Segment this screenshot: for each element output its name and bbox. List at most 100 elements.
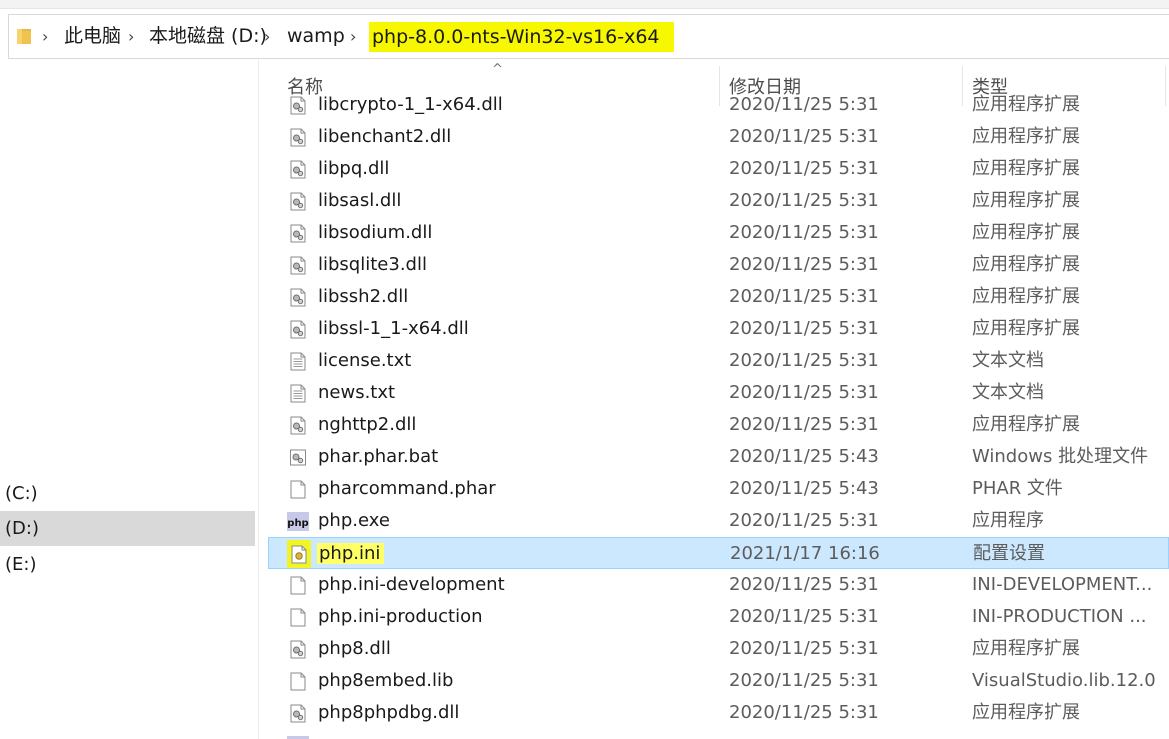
file-modified-date: 2020/11/25 5:31	[729, 638, 879, 659]
file-row[interactable]: php.ini-production 2020/11/25 5:31 INI-PRO…	[268, 601, 1169, 633]
file-type: VisualStudio.lib.12.0	[972, 670, 1156, 691]
file-row[interactable]: libsodium.dll 2020/11/25 5:31 应用程序扩展	[268, 217, 1169, 249]
file-type: 应用程序扩展	[972, 158, 1080, 179]
php-exe-icon: php	[287, 512, 309, 531]
text-file-icon	[290, 352, 306, 371]
file-modified-date: 2020/11/25 5:31	[729, 702, 879, 723]
file-name: php.ini-development	[318, 574, 505, 595]
file-modified-date: 2021/1/17 16:16	[730, 543, 880, 564]
breadcrumb-item-local-disk-d[interactable]: 本地磁盘 (D:)	[149, 15, 267, 58]
file-name: libsasl.dll	[318, 190, 402, 211]
file-modified-date: 2020/11/25 5:31	[729, 414, 879, 435]
file-type: 应用程序扩展	[972, 254, 1080, 275]
file-type: 文本文档	[972, 382, 1044, 403]
nav-item-drive-c[interactable]: (C:)	[0, 476, 255, 511]
file-name: libssh2.dll	[318, 286, 409, 307]
dll-icon	[290, 160, 306, 179]
breadcrumb-separator-icon: ›	[42, 27, 49, 46]
file-name: php8phpdbg.dll	[318, 702, 460, 723]
file-modified-date: 2020/11/25 5:31	[729, 222, 879, 243]
file-modified-date: 2020/11/25 5:31	[729, 510, 879, 531]
file-name: pharcommand.phar	[318, 478, 496, 499]
file-modified-date: 2020/11/25 5:31	[729, 94, 879, 115]
breadcrumb-separator-icon: ›	[128, 27, 135, 46]
file-name-highlight: php.ini	[317, 543, 385, 564]
file-type: 应用程序扩展	[972, 318, 1080, 339]
navigation-pane[interactable]: (C:) (D:) (E:)	[0, 60, 259, 739]
breadcrumb-item-wamp[interactable]: wamp	[287, 15, 345, 58]
file-type: 应用程序扩展	[972, 702, 1080, 723]
file-modified-date: 2020/11/25 5:43	[729, 478, 879, 499]
blank-file-icon	[290, 608, 306, 627]
sort-ascending-icon: ^	[492, 62, 503, 77]
file-modified-date: 2020/11/25 5:31	[729, 350, 879, 371]
breadcrumb-separator-icon: ›	[350, 27, 357, 46]
file-type: 应用程序	[972, 510, 1044, 531]
dll-icon	[290, 320, 306, 339]
file-modified-date: 2020/11/25 5:31	[729, 318, 879, 339]
nav-item-drive-d[interactable]: (D:)	[0, 511, 255, 546]
blank-file-icon	[290, 672, 306, 691]
file-row[interactable]: php8embed.lib 2020/11/25 5:31 VisualStudio…	[268, 665, 1169, 697]
file-type: 应用程序扩展	[972, 190, 1080, 211]
file-row[interactable]: libssl-1_1-x64.dll 2020/11/25 5:31 应用程序扩展	[268, 313, 1169, 345]
file-row[interactable]: php.ini-development 2020/11/25 5:31 INI-DE…	[268, 569, 1169, 601]
file-name: libcrypto-1_1-x64.dll	[318, 94, 503, 115]
file-modified-date: 2020/11/25 5:31	[729, 286, 879, 307]
file-modified-date: 2020/11/25 5:43	[729, 446, 879, 467]
dll-icon	[290, 640, 306, 659]
file-row[interactable]: license.txt 2020/11/25 5:31 文本文档	[268, 345, 1169, 377]
file-modified-date: 2020/11/25 5:31	[729, 158, 879, 179]
nav-item-drive-e[interactable]: (E:)	[0, 547, 255, 582]
file-row[interactable]: nghttp2.dll 2020/11/25 5:31 应用程序扩展	[268, 409, 1169, 441]
file-row[interactable]: libpq.dll 2020/11/25 5:31 应用程序扩展	[268, 153, 1169, 185]
file-row[interactable]: php.ini 2021/1/17 16:16 配置设置	[268, 537, 1169, 569]
breadcrumb-separator-icon: ›	[264, 27, 271, 46]
file-type: INI-DEVELOPMENT...	[972, 574, 1153, 595]
dll-icon	[290, 128, 306, 147]
file-row[interactable]: libcrypto-1_1-x64.dll 2020/11/25 5:31 应用程序…	[268, 94, 1169, 121]
dll-icon	[290, 256, 306, 275]
file-row[interactable]: libsqlite3.dll 2020/11/25 5:31 应用程序扩展	[268, 249, 1169, 281]
file-row[interactable]: php8.dll 2020/11/25 5:31 应用程序扩展	[268, 633, 1169, 665]
file-name: libsodium.dll	[318, 222, 433, 243]
window-top-strip	[0, 0, 1169, 9]
file-row[interactable]: libenchant2.dll 2020/11/25 5:31 应用程序扩展	[268, 121, 1169, 153]
file-type: 应用程序扩展	[972, 126, 1080, 147]
file-name: nghttp2.dll	[318, 414, 417, 435]
batch-file-icon	[290, 448, 306, 467]
file-row[interactable]: pharcommand.phar 2020/11/25 5:43 PHAR 文件	[268, 473, 1169, 505]
breadcrumb-item-php-folder[interactable]: php-8.0.0-nts-Win32-vs16-x64	[369, 22, 674, 52]
file-list[interactable]: libcrypto-1_1-x64.dll 2020/11/25 5:31 应用程序…	[268, 94, 1169, 739]
file-name: phar.phar.bat	[318, 446, 439, 467]
svg-text:php: php	[287, 518, 308, 529]
dll-icon	[290, 96, 306, 115]
dll-icon	[290, 416, 306, 435]
file-type	[972, 729, 1162, 739]
folder-icon	[17, 29, 31, 44]
file-name: php.exe	[318, 510, 390, 531]
file-row[interactable]: phar.phar.bat 2020/11/25 5:43 Windows 批处理文…	[268, 441, 1169, 473]
file-name: libssl-1_1-x64.dll	[318, 318, 469, 339]
file-type: 应用程序扩展	[972, 94, 1080, 115]
file-type: 应用程序扩展	[972, 414, 1080, 435]
file-name: php8embed.lib	[318, 670, 454, 691]
address-bar[interactable]: › 此电脑 › 本地磁盘 (D:) › wamp › php-8.0.0-nts…	[8, 14, 1169, 59]
file-name: libpq.dll	[318, 158, 390, 179]
file-name: php.ini-production	[318, 606, 483, 627]
file-row[interactable]: php8phpdbg.dll 2020/11/25 5:31 应用程序扩展	[268, 697, 1169, 729]
breadcrumb-item-this-pc[interactable]: 此电脑	[64, 15, 121, 58]
file-modified-date: 2020/11/25 5:31	[729, 382, 879, 403]
text-file-icon	[290, 384, 306, 403]
file-name: license.txt	[318, 350, 412, 371]
file-row[interactable]: news.txt 2020/11/25 5:31 文本文档	[268, 377, 1169, 409]
blank-file-icon	[290, 576, 306, 595]
file-type: 文本文档	[972, 350, 1044, 371]
file-type: 配置设置	[973, 543, 1045, 564]
file-row[interactable]: php php.exe 2020/11/25 5:31 应用程序	[268, 505, 1169, 537]
file-row[interactable]: libssh2.dll 2020/11/25 5:31 应用程序扩展	[268, 281, 1169, 313]
file-modified-date: 2020/11/25 5:31	[729, 190, 879, 211]
file-type: 应用程序扩展	[972, 638, 1080, 659]
file-row[interactable]: libsasl.dll 2020/11/25 5:31 应用程序扩展	[268, 185, 1169, 217]
file-row[interactable]: php	[268, 729, 1169, 739]
